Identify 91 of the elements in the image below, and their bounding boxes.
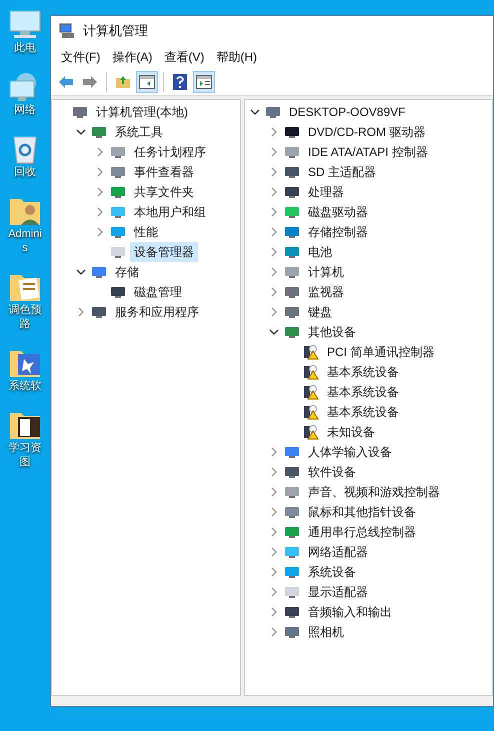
chevron-down-icon[interactable] [269,327,279,337]
chevron-down-icon[interactable] [250,107,260,117]
device-icon [110,164,126,180]
tree-item[interactable]: 设备管理器 [130,242,198,262]
tree-item[interactable]: 鼠标和其他指针设备 [304,502,420,522]
device-icon [91,264,107,280]
tree-item[interactable]: 电池 [304,242,336,262]
menu-item[interactable]: 查看(V) [158,48,210,66]
device-icon [284,164,300,180]
device-icon [91,304,107,320]
device-icon [284,604,300,620]
device-icon [284,504,300,520]
chevron-down-icon[interactable] [76,127,86,137]
help-icon [173,74,187,90]
device-icon [284,624,300,640]
tree-item[interactable]: 监视器 [304,282,348,302]
tree-item[interactable]: 未知设备 [323,422,379,442]
device-icon [284,124,300,140]
device-icon [284,184,300,200]
tree-item[interactable]: 处理器 [304,182,348,202]
tree-item[interactable]: 基本系统设备 [323,382,403,402]
tree-item[interactable]: 计算机 [304,262,348,282]
tree-item[interactable]: 照相机 [304,622,348,642]
tree-item[interactable]: 键盘 [304,302,336,322]
toolbar-button[interactable] [193,70,215,92]
device-icon [284,224,300,240]
tree-item[interactable]: 其他设备 [304,322,360,342]
tree-item[interactable]: 基本系统设备 [323,362,403,382]
device-icon [284,444,300,460]
tree-item[interactable]: 人体学输入设备 [304,442,396,462]
window-title: 计算机管理 [83,22,148,40]
tree-item[interactable]: 存储 [111,262,143,282]
device-icon [284,264,300,280]
back-arrow-icon [58,74,74,88]
device-icon [284,284,300,300]
panel-icon [139,74,155,88]
device-icon [284,304,300,320]
panel-icon [196,74,212,88]
device-icon [284,244,300,260]
toolbar-button[interactable] [136,70,158,92]
tree-item[interactable]: 系统工具 [111,122,167,142]
menu-item[interactable]: 帮助(H) [210,48,263,66]
device-icon [284,144,300,160]
tree-item[interactable]: 基本系统设备 [323,402,403,422]
tree-item[interactable]: 任务计划程序 [130,142,210,162]
chevron-down-icon[interactable] [76,267,86,277]
tree-item[interactable]: 系统设备 [304,562,360,582]
tree-item[interactable]: SD 主适配器 [304,162,380,182]
device-icon [110,284,126,300]
tree-item[interactable]: 声音、视频和游戏控制器 [304,482,444,502]
menu-item[interactable]: 文件(F) [55,48,106,66]
tree-item[interactable]: 通用串行总线控制器 [304,522,420,542]
tree-item[interactable]: 网络适配器 [304,542,372,562]
tree-item[interactable]: 共享文件夹 [130,182,198,202]
device-icon [284,544,300,560]
tree-item[interactable]: 服务和应用程序 [111,302,203,322]
device-icon [110,144,126,160]
device-icon [284,204,300,220]
chevron-right-icon[interactable] [76,307,86,317]
tree-item[interactable]: 显示适配器 [304,582,372,602]
device-icon [110,244,126,260]
tree-item[interactable]: IDE ATA/ATAPI 控制器 [304,142,432,162]
device-icon [284,324,300,340]
tree-item[interactable]: 性能 [130,222,162,242]
tree-item[interactable]: 磁盘管理 [130,282,186,302]
tree-item[interactable]: PCI 简单通讯控制器 [323,342,438,362]
device-icon [110,204,126,220]
tree-item[interactable]: 计算机管理(本地) [92,102,192,122]
device-icon [284,524,300,540]
computer-management-icon [59,23,75,39]
device-icon [284,464,300,480]
tree-item[interactable]: 音频输入和输出 [304,602,396,622]
device-icon [284,564,300,580]
device-icon [110,184,126,200]
tree-item[interactable]: 本地用户和组 [130,202,210,222]
monitor-icon [8,9,42,41]
device-icon [284,584,300,600]
device-icon [284,484,300,500]
forward-arrow-icon [82,74,98,88]
device-icon [72,104,88,120]
tree-item[interactable]: 磁盘驱动器 [304,202,372,222]
tree-item[interactable]: 存储控制器 [304,222,372,242]
device-icon [110,224,126,240]
menu-item[interactable]: 操作(A) [106,48,158,66]
tree-item[interactable]: 软件设备 [304,462,360,482]
tree-item[interactable]: DESKTOP-OOV89VF [285,102,410,122]
tree-item[interactable]: 事件查看器 [130,162,198,182]
folder-up-icon [115,74,131,89]
device-icon [265,104,281,120]
tree-item[interactable]: DVD/CD-ROM 驱动器 [304,122,430,142]
device-icon [91,124,107,140]
